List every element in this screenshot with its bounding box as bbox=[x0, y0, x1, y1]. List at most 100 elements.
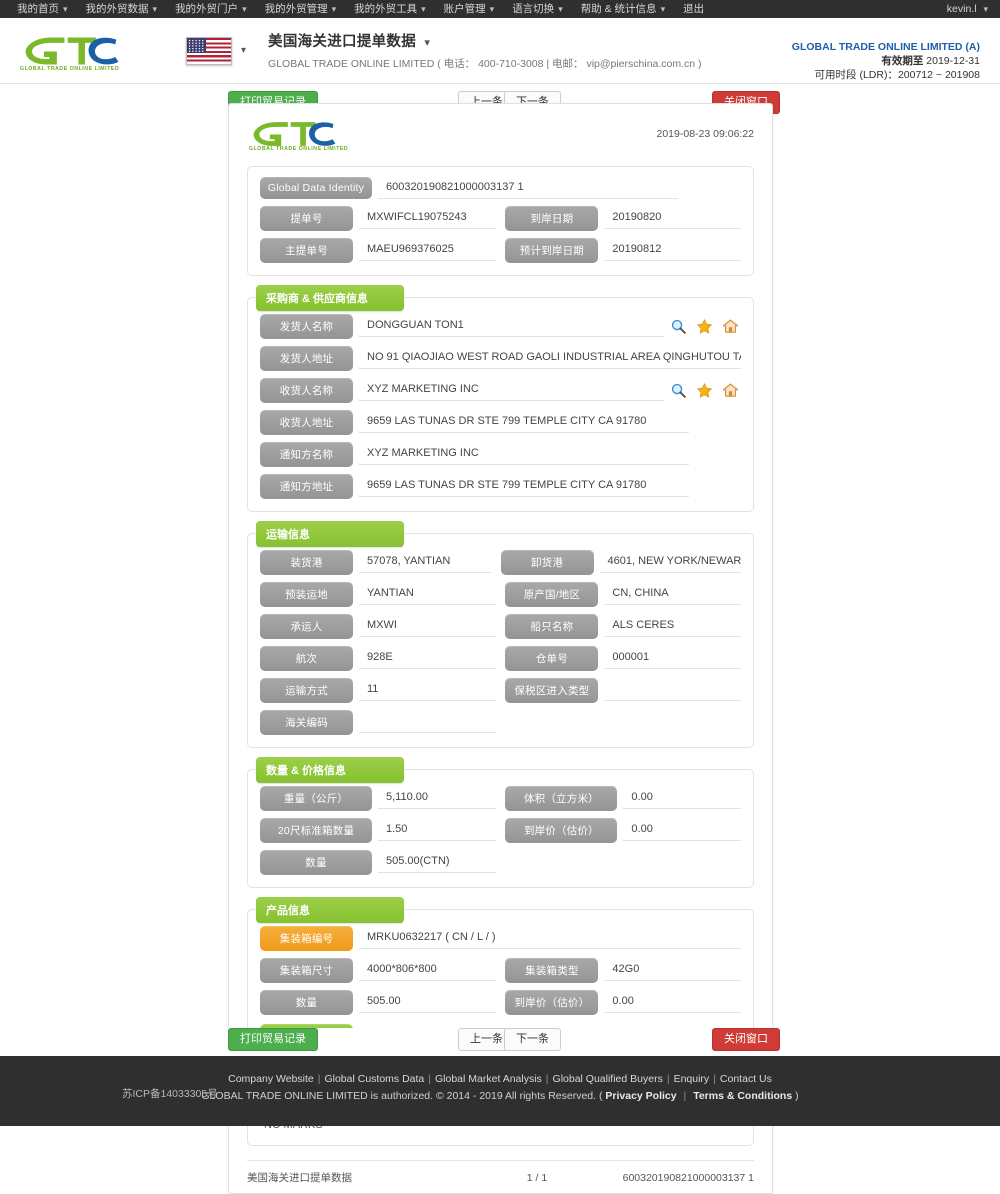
field-label: 仓单号 bbox=[505, 646, 599, 671]
footer-link-3[interactable]: Global Qualified Buyers bbox=[553, 1073, 663, 1085]
privacy-policy-link[interactable]: Privacy Policy bbox=[605, 1090, 676, 1102]
nav-item-3[interactable]: 我的外贸管理 ▾ bbox=[256, 0, 346, 18]
party-row: 发货人名称 DONGGUAN TON1 bbox=[260, 314, 741, 339]
container-number-label: 集装箱编号 bbox=[260, 926, 353, 951]
parties-section-title: 采购商 & 供应商信息 bbox=[256, 285, 404, 311]
field-label: 船只名称 bbox=[505, 614, 599, 639]
field-value: MXWIFCL19075243 bbox=[359, 208, 496, 229]
field-value: 42G0 bbox=[604, 960, 742, 981]
nav-item-1[interactable]: 我的外贸数据 ▾ bbox=[77, 0, 167, 18]
field-cell: 到岸日期 20190820 bbox=[505, 206, 742, 231]
field-label: 通知方名称 bbox=[260, 442, 353, 467]
nav-item-label: 我的外贸门户 bbox=[175, 3, 239, 15]
field-cell: 船只名称 ALS CERES bbox=[505, 614, 742, 639]
nav-item-label: 账户管理 bbox=[443, 3, 486, 15]
chevron-down-icon: ▾ bbox=[424, 37, 431, 49]
user-menu[interactable]: kevin.l ▾ bbox=[947, 3, 988, 15]
footer-link-5[interactable]: Contact Us bbox=[720, 1073, 772, 1085]
field-value bbox=[604, 680, 742, 701]
copyright-suffix: ) bbox=[795, 1090, 799, 1102]
account-company: GLOBAL TRADE ONLINE LIMITED (A) bbox=[791, 41, 980, 53]
field-cell: 承运人 MXWI bbox=[260, 614, 496, 639]
field-label: 原产国/地区 bbox=[505, 582, 599, 607]
nav-item-label: 我的外贸工具 bbox=[354, 3, 418, 15]
field-row: 海关编码 bbox=[260, 710, 741, 735]
page-title[interactable]: 美国海关进口提单数据 ▾ bbox=[268, 30, 702, 51]
next-record-button-bottom[interactable]: 下一条 bbox=[504, 1028, 561, 1051]
field-label: 航次 bbox=[260, 646, 353, 671]
nav-item-0[interactable]: 我的首页 ▾ bbox=[8, 0, 77, 18]
field-row: 数量 505.00 到岸价（估价） 0.00 bbox=[260, 990, 742, 1015]
product-rows-group: 集装箱尺寸 4000*806*800 集装箱类型 42G0 数量 505.00 到岸价（估价… bbox=[260, 958, 742, 1015]
field-label: 通知方地址 bbox=[260, 474, 353, 499]
chevron-down-icon: ▾ bbox=[983, 4, 988, 14]
print-record-button-bottom[interactable]: 打印贸易记录 bbox=[228, 1028, 318, 1051]
field-value: 57078, YANTIAN bbox=[359, 552, 491, 573]
transport-rows-group: 装货港 57078, YANTIAN 卸货港 4601, NEW YORK/NEWAR… bbox=[260, 550, 742, 735]
account-validity-label: 有效期至 bbox=[881, 55, 924, 67]
party-row: 通知方名称 XYZ MARKETING INC bbox=[260, 442, 741, 467]
quantity-rows-group: 重量（公斤） 5,110.00 体积（立方米） 0.00 20尺标准箱数量 1.50 到岸价… bbox=[260, 786, 742, 875]
document-footer: 美国海关进口提单数据 1 / 1 600320190821000003137 1 bbox=[247, 1160, 754, 1185]
identity-card: Global Data Identity 6003201908210000031… bbox=[247, 166, 754, 276]
field-value: 9659 LAS TUNAS DR STE 799 TEMPLE CITY CA… bbox=[359, 412, 690, 433]
field-label: 预装运地 bbox=[260, 582, 353, 607]
footer-link-2[interactable]: Global Market Analysis bbox=[435, 1073, 542, 1085]
close-window-button-bottom[interactable]: 关闭窗口 bbox=[712, 1028, 780, 1051]
field-cell: 到岸价（估价） 0.00 bbox=[505, 818, 742, 843]
divider: | bbox=[713, 1073, 716, 1085]
search-icon[interactable] bbox=[670, 318, 687, 335]
field-value: MXWI bbox=[359, 616, 496, 637]
global-data-identity-value: 600320190821000003137 1 bbox=[378, 178, 678, 199]
container-number-row: 集装箱编号 MRKU0632217 ( CN / L / ) bbox=[260, 926, 741, 951]
identity-row: Global Data Identity 6003201908210000031… bbox=[260, 177, 741, 199]
field-row: 预装运地 YANTIAN 原产国/地区 CN, CHINA bbox=[260, 582, 742, 607]
home-icon[interactable] bbox=[722, 318, 739, 335]
gtc-logo-icon: GLOBAL TRADE ONLINE LIMITED bbox=[18, 31, 126, 72]
nav-item-2[interactable]: 我的外贸门户 ▾ bbox=[166, 0, 256, 18]
party-row: 收货人地址 9659 LAS TUNAS DR STE 799 TEMPLE CI… bbox=[260, 410, 741, 435]
field-row: 航次 928E 仓单号 000001 bbox=[260, 646, 742, 671]
brand-header: GLOBAL TRADE ONLINE LIMITED ▾ 美国海关进口提单数据… bbox=[0, 18, 1000, 84]
star-icon[interactable] bbox=[696, 382, 713, 399]
field-value: 0.00 bbox=[623, 820, 742, 841]
nav-item-7[interactable]: 帮助 & 统计信息 ▾ bbox=[572, 0, 674, 18]
document-footer-name: 美国海关进口提单数据 bbox=[247, 1172, 352, 1184]
nav-item-6[interactable]: 语言切换 ▾ bbox=[503, 0, 572, 18]
field-value: 5,110.00 bbox=[378, 788, 496, 809]
footer-link-0[interactable]: Company Website bbox=[228, 1073, 314, 1085]
page-title-text: 美国海关进口提单数据 bbox=[268, 34, 417, 50]
nav-item-8[interactable]: 退出 bbox=[674, 0, 713, 18]
country-selector[interactable]: ▾ bbox=[186, 36, 246, 65]
footer-link-4[interactable]: Enquiry bbox=[674, 1073, 710, 1085]
star-icon[interactable] bbox=[696, 318, 713, 335]
field-cell: 发货人名称 DONGGUAN TON1 bbox=[260, 314, 664, 339]
field-label: 到岸价（估价） bbox=[505, 990, 599, 1015]
field-value: ALS CERES bbox=[604, 616, 742, 637]
field-label: 集装箱类型 bbox=[505, 958, 599, 983]
site-logo[interactable]: GLOBAL TRADE ONLINE LIMITED bbox=[18, 31, 148, 72]
search-icon[interactable] bbox=[670, 382, 687, 399]
divider: | bbox=[545, 1073, 549, 1085]
icp-license: 苏ICP备14033305号 bbox=[122, 1088, 218, 1100]
field-cell: 卸货港4601, NEW YORK/NEWARK AREA, bbox=[500, 550, 741, 575]
nav-item-4[interactable]: 我的外贸工具 ▾ bbox=[345, 0, 435, 18]
document-timestamp: 2019-08-23 09:06:22 bbox=[656, 128, 755, 140]
row-action-icons bbox=[670, 382, 741, 399]
document-header: GLOBAL TRADE ONLINE LIMITED 2019-08-23 0… bbox=[247, 114, 754, 154]
home-icon[interactable] bbox=[722, 382, 739, 399]
field-row: 主提单号 MAEU969376025 预计到岸日期 20190812 bbox=[260, 238, 742, 263]
field-value: 20190812 bbox=[604, 240, 742, 261]
field-cell: 收货人地址 9659 LAS TUNAS DR STE 799 TEMPLE CI… bbox=[260, 410, 690, 435]
field-cell: 体积（立方米） 0.00 bbox=[505, 786, 742, 811]
field-label: 发货人名称 bbox=[260, 314, 353, 339]
field-value: 928E bbox=[359, 648, 496, 669]
field-cell: 数量 505.00 bbox=[260, 990, 496, 1015]
field-value: YANTIAN bbox=[359, 584, 496, 605]
field-value: XYZ MARKETING INC bbox=[359, 444, 690, 465]
field-label: 卸货港 bbox=[500, 550, 594, 575]
nav-item-5[interactable]: 账户管理 ▾ bbox=[435, 0, 504, 18]
terms-conditions-link[interactable]: Terms & Conditions bbox=[693, 1090, 792, 1102]
footer-link-1[interactable]: Global Customs Data bbox=[324, 1073, 424, 1085]
field-label: 海关编码 bbox=[260, 710, 353, 735]
